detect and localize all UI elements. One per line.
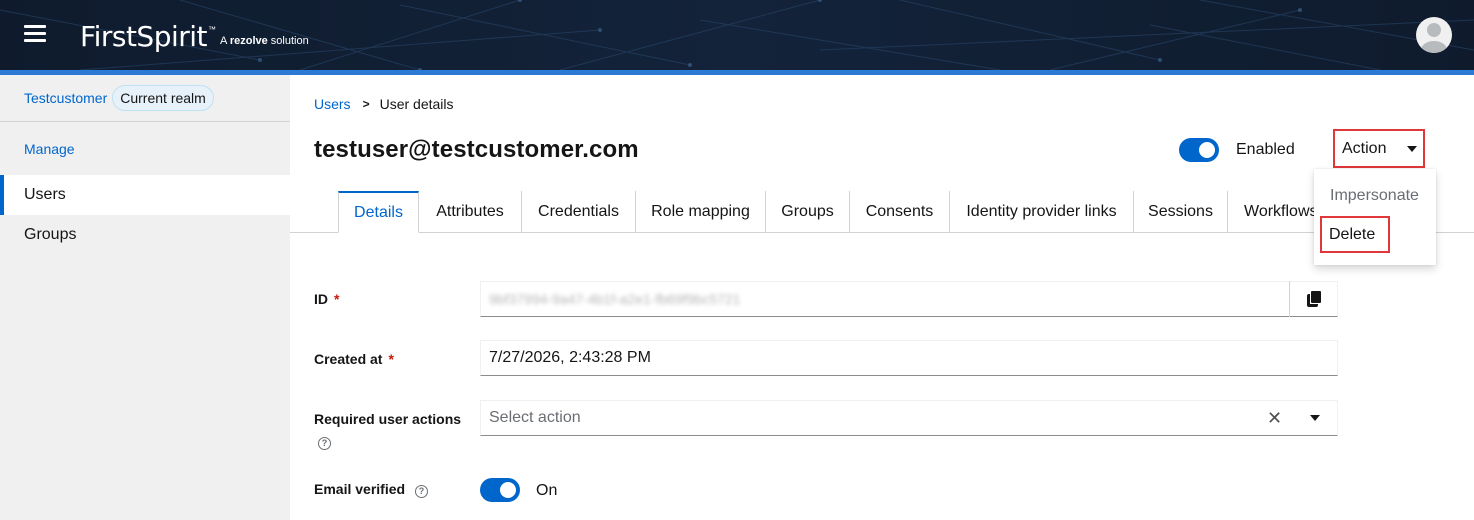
brand-name: FirstSpirit	[80, 20, 208, 53]
tagline-suffix: solution	[267, 35, 309, 47]
created-at-field: 7/27/2026, 2:43:28 PM	[480, 340, 1338, 376]
email-verified-state: On	[536, 482, 558, 499]
tab-consents[interactable]: Consents	[850, 191, 950, 232]
help-icon[interactable]: ?	[318, 437, 331, 450]
action-label: Action	[1342, 139, 1387, 157]
brand-tagline: A rezolve solution	[220, 35, 309, 47]
action-dropdown-menu: Impersonate Delete	[1314, 169, 1436, 265]
tagline-company: rezolve	[229, 35, 268, 47]
breadcrumb-current: User details	[379, 96, 454, 112]
action-dropdown-button[interactable]: Action	[1333, 129, 1425, 168]
id-field: 9bf37994-9a47-4b1f-a2e1-fb69f9bc5721	[480, 281, 1338, 317]
realm-selector[interactable]: Testcustomer Current realm	[0, 75, 290, 122]
email-verified-label-text: Email verified	[314, 481, 406, 497]
tab-workflows[interactable]: Workflows	[1228, 191, 1314, 232]
breadcrumb: Users > User details	[314, 96, 454, 112]
caret-down-icon[interactable]	[1310, 415, 1320, 421]
sidebar-item-label: Users	[24, 186, 66, 203]
sidebar: Testcustomer Current realm Manage Users …	[0, 75, 290, 520]
required-actions-label: Required user actions	[314, 411, 462, 427]
copy-icon	[1306, 291, 1321, 307]
required-actions-placeholder: Select action	[489, 409, 581, 426]
required-mark: *	[334, 291, 340, 307]
brand-trademark: ™	[208, 25, 217, 34]
sidebar-item-groups[interactable]: Groups	[0, 215, 290, 255]
tab-credentials[interactable]: Credentials	[522, 191, 636, 232]
tab-attributes[interactable]: Attributes	[419, 191, 522, 232]
id-label-text: ID	[314, 291, 328, 307]
sidebar-item-label: Groups	[24, 226, 77, 243]
page-title: testuser@testcustomer.com	[314, 136, 639, 163]
brand-logo: FirstSpirit ™ A rezolve solution	[80, 20, 309, 53]
user-tabs: Details Attributes Credentials Role mapp…	[290, 191, 1474, 233]
breadcrumb-separator-icon: >	[362, 97, 370, 111]
email-verified-switch[interactable]	[480, 478, 520, 502]
user-avatar-icon[interactable]	[1416, 17, 1452, 53]
menu-item-impersonate[interactable]: Impersonate	[1314, 187, 1436, 205]
masthead: FirstSpirit ™ A rezolve solution	[0, 0, 1474, 70]
required-actions-select[interactable]: Select action ✕	[480, 400, 1338, 436]
clear-icon[interactable]: ✕	[1267, 408, 1282, 429]
tab-identity-provider-links[interactable]: Identity provider links	[950, 191, 1134, 232]
current-realm-badge: Current realm	[112, 85, 214, 111]
sidebar-item-users[interactable]: Users	[0, 175, 290, 215]
created-at-label-text: Created at	[314, 351, 383, 367]
copy-id-button[interactable]	[1289, 281, 1337, 317]
tab-details[interactable]: Details	[338, 191, 419, 233]
enabled-label: Enabled	[1236, 141, 1295, 158]
hamburger-menu-button[interactable]	[24, 25, 46, 43]
required-mark: *	[388, 351, 394, 367]
tagline-prefix: A	[220, 35, 230, 47]
created-at-label: Created at *	[314, 351, 394, 367]
id-label: ID *	[314, 291, 339, 307]
id-value: 9bf37994-9a47-4b1f-a2e1-fb69f9bc5721	[489, 291, 741, 307]
realm-name[interactable]: Testcustomer	[24, 90, 107, 106]
menu-item-delete[interactable]: Delete	[1320, 216, 1390, 253]
created-at-value: 7/27/2026, 2:43:28 PM	[489, 349, 651, 366]
tab-strip: Details Attributes Credentials Role mapp…	[290, 191, 1314, 233]
tab-sessions[interactable]: Sessions	[1134, 191, 1228, 232]
help-icon[interactable]: ?	[414, 485, 428, 498]
tab-role-mapping[interactable]: Role mapping	[636, 191, 766, 232]
tab-groups[interactable]: Groups	[766, 191, 850, 232]
caret-down-icon	[1407, 146, 1417, 152]
email-verified-label: Email verified ?	[314, 481, 428, 498]
nav-section-manage: Manage	[24, 140, 75, 157]
breadcrumb-users-link[interactable]: Users	[314, 96, 351, 112]
enabled-switch[interactable]	[1179, 138, 1219, 162]
